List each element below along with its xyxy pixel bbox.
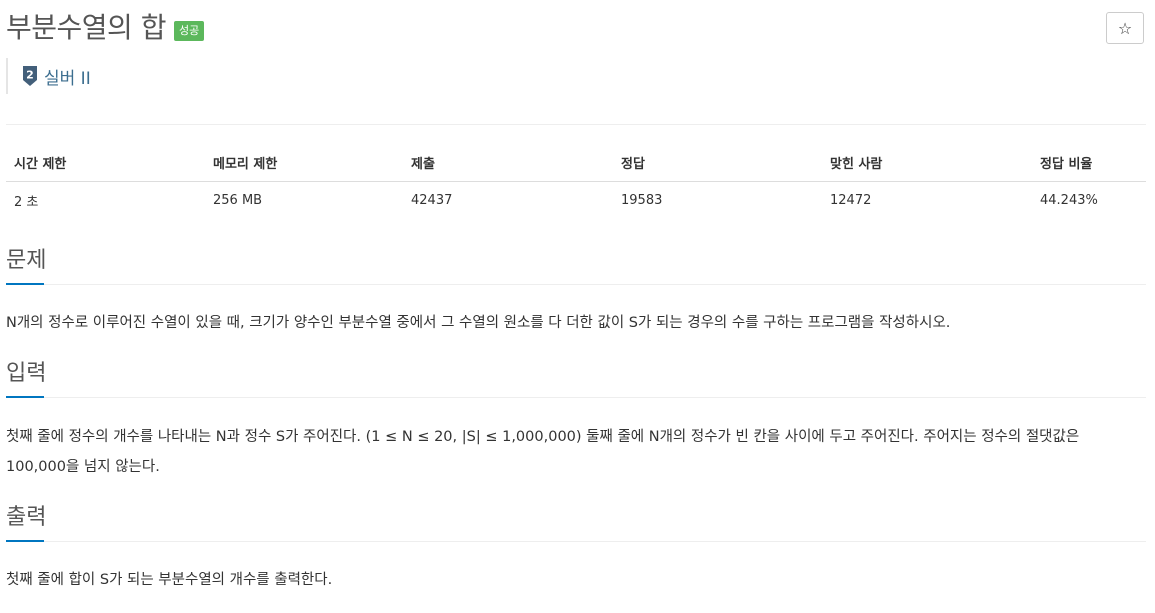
heading-accent: [6, 540, 44, 542]
problem-section: 문제 N개의 정수로 이루어진 수열이 있을 때, 크기가 양수인 부분수열 중…: [6, 246, 1146, 338]
header-divider: [6, 124, 1146, 125]
problem-title: 부분수열의 합: [6, 11, 166, 44]
header-accept-rate: 정답 비율: [1032, 144, 1146, 182]
output-section: 출력 첫째 줄에 합이 S가 되는 부분수열의 개수를 출력한다.: [6, 503, 1146, 595]
info-header-row: 시간 제한 메모리 제한 제출 정답 맞힌 사람 정답 비율: [6, 144, 1146, 182]
problem-info-table: 시간 제한 메모리 제한 제출 정답 맞힌 사람 정답 비율 2 초 256 M…: [6, 144, 1146, 219]
output-heading-rule: [6, 540, 1146, 542]
input-section: 입력 첫째 줄에 정수의 개수를 나타내는 N과 정수 S가 주어진다. (1 …: [6, 359, 1146, 482]
status-badge: 성공: [173, 21, 205, 41]
output-heading: 출력: [6, 505, 47, 530]
value-accept-rate: 44.243%: [1040, 193, 1098, 208]
heading-accent: [6, 283, 44, 285]
problem-page: 부분수열의 합 성공 ☆ 2 실버 II 시간 제한 메모리 제한 제출 정답 …: [0, 0, 1155, 613]
header-time-limit: 시간 제한: [6, 144, 205, 182]
problem-heading-rule: [6, 283, 1146, 285]
header-submissions: 제출: [403, 144, 613, 182]
value-time-limit: 2 초: [14, 195, 39, 210]
header-accepted: 정답: [613, 144, 822, 182]
value-accepted: 19583: [621, 193, 663, 208]
input-description-line-1: 첫째 줄에 정수의 개수를 나타내는 N과 정수 S가 주어진다. (1 ≤ N…: [6, 429, 1080, 445]
header-solvers: 맞힌 사람: [822, 144, 1032, 182]
input-description-line-2: 100,000을 넘지 않는다.: [6, 459, 160, 475]
header-memory-limit: 메모리 제한: [205, 144, 403, 182]
info-value-row: 2 초 256 MB 42437 19583 12472 44.243%: [6, 182, 1146, 220]
input-heading: 입력: [6, 361, 47, 386]
title-row: 부분수열의 합 성공: [6, 10, 205, 46]
tier-shield-icon: 2: [23, 66, 37, 86]
input-heading-rule: [6, 396, 1146, 398]
value-submissions: 42437: [411, 193, 453, 208]
output-description: 첫째 줄에 합이 S가 되는 부분수열의 개수를 출력한다.: [6, 572, 333, 588]
heading-accent: [6, 396, 44, 398]
problem-description: N개의 정수로 이루어진 수열이 있을 때, 크기가 양수인 부분수열 중에서 …: [6, 315, 951, 331]
value-solvers: 12472: [830, 193, 872, 208]
value-memory-limit: 256 MB: [213, 193, 263, 208]
tier-label: 실버 II: [44, 68, 91, 89]
tier-number: 2: [26, 69, 34, 82]
problem-heading: 문제: [6, 248, 47, 273]
star-icon: ☆: [1117, 18, 1133, 38]
tier-indicator[interactable]: 2 실버 II: [6, 58, 91, 94]
favorite-star-button[interactable]: ☆: [1106, 12, 1144, 44]
